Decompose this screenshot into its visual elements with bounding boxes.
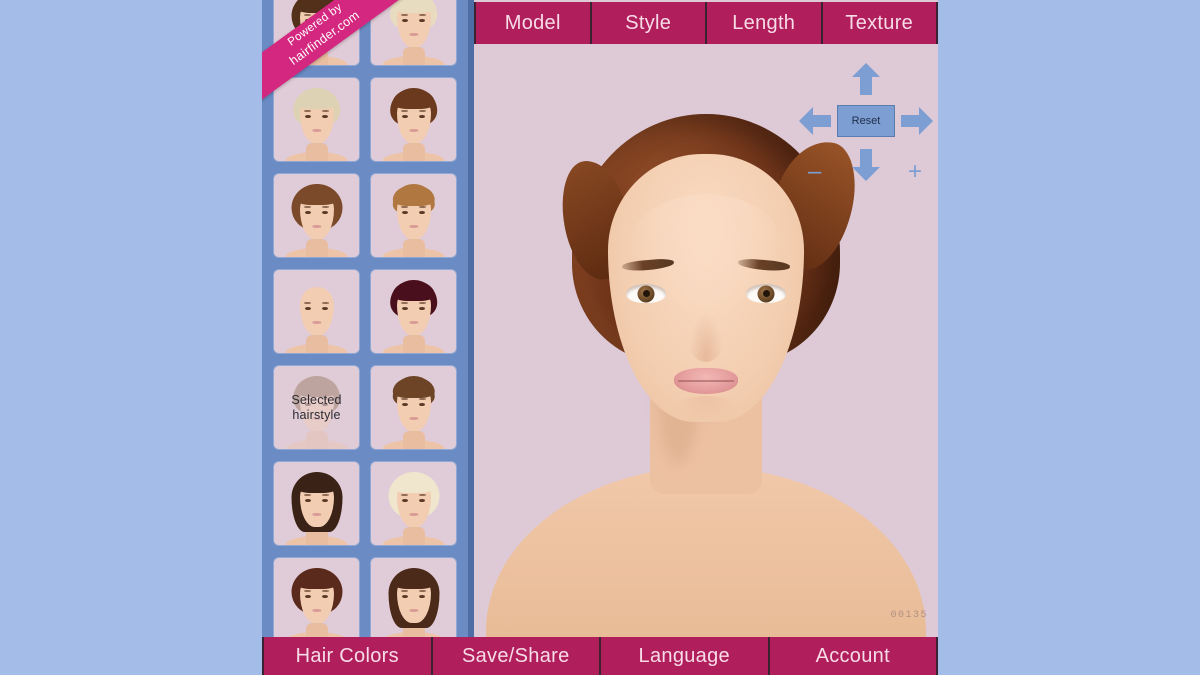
- model-eye-right: [746, 284, 786, 303]
- tab-style[interactable]: Style: [591, 2, 707, 44]
- thumbnail-portrait: [371, 270, 456, 353]
- bottom-tab-save-share[interactable]: Save/Share: [432, 637, 601, 675]
- arrow-left-icon[interactable]: [798, 106, 832, 136]
- model-chin: [671, 396, 741, 426]
- hairstyle-thumbnail[interactable]: [371, 366, 456, 449]
- hairstyle-thumbnail[interactable]: [274, 270, 359, 353]
- tab-texture[interactable]: Texture: [822, 2, 938, 44]
- bottom-tab-hair-colors[interactable]: Hair Colors: [262, 637, 433, 675]
- thumbnail-portrait: [274, 174, 359, 257]
- arrow-up-icon[interactable]: [851, 62, 881, 96]
- image-code-watermark: 00135: [890, 610, 928, 621]
- hairstyle-thumbnail[interactable]: [371, 174, 456, 257]
- arrow-down-icon[interactable]: [851, 148, 881, 182]
- hairstyle-thumbnail-sidebar[interactable]: Selected hairstyle: [262, 0, 468, 637]
- thumbnail-portrait: [274, 462, 359, 545]
- model-lips: [674, 368, 738, 394]
- pan-zoom-controls: Reset – +: [798, 63, 934, 184]
- thumbnail-portrait: [274, 558, 359, 637]
- model-nose: [686, 306, 726, 362]
- hairstyle-thumbnail[interactable]: [371, 462, 456, 545]
- thumbnail-portrait: [274, 366, 359, 449]
- hairstyle-thumbnail[interactable]: [371, 78, 456, 161]
- tab-length[interactable]: Length: [707, 2, 823, 44]
- reset-button[interactable]: Reset: [837, 105, 895, 137]
- tab-model[interactable]: Model: [474, 2, 592, 44]
- hairstyle-thumbnail[interactable]: [274, 78, 359, 161]
- thumbnail-portrait: [371, 174, 456, 257]
- bottom-tab-language[interactable]: Language: [601, 637, 770, 675]
- thumbnail-portrait: [371, 558, 456, 637]
- zoom-out-button[interactable]: –: [808, 160, 821, 184]
- hairstyle-thumbnail[interactable]: [371, 558, 456, 637]
- hairstyle-thumbnail[interactable]: [274, 462, 359, 545]
- thumbnail-portrait: [371, 78, 456, 161]
- thumbnail-portrait: [274, 270, 359, 353]
- model-eye-left: [626, 284, 666, 303]
- preview-stage: Model Style Length Texture 00135 Reset –…: [474, 0, 938, 637]
- hairstyle-thumbnail[interactable]: Selected hairstyle: [274, 366, 359, 449]
- zoom-in-button[interactable]: +: [908, 160, 922, 184]
- thumbnail-portrait: [274, 78, 359, 161]
- bottom-tab-bar: Hair Colors Save/Share Language Account: [262, 637, 938, 675]
- top-tab-bar: Model Style Length Texture: [474, 2, 938, 44]
- hairstyle-thumbnail[interactable]: [274, 558, 359, 637]
- hairstyle-app-frame: Selected hairstyle Powered by hairfinder…: [262, 0, 938, 675]
- panel-divider: [468, 0, 474, 637]
- hairstyle-thumbnail[interactable]: [274, 174, 359, 257]
- bottom-tab-account[interactable]: Account: [769, 637, 938, 675]
- thumbnail-portrait: [371, 366, 456, 449]
- thumbnail-portrait: [371, 462, 456, 545]
- hairstyle-thumbnail-grid: Selected hairstyle: [274, 0, 456, 637]
- arrow-right-icon[interactable]: [900, 106, 934, 136]
- hairstyle-thumbnail[interactable]: [371, 270, 456, 353]
